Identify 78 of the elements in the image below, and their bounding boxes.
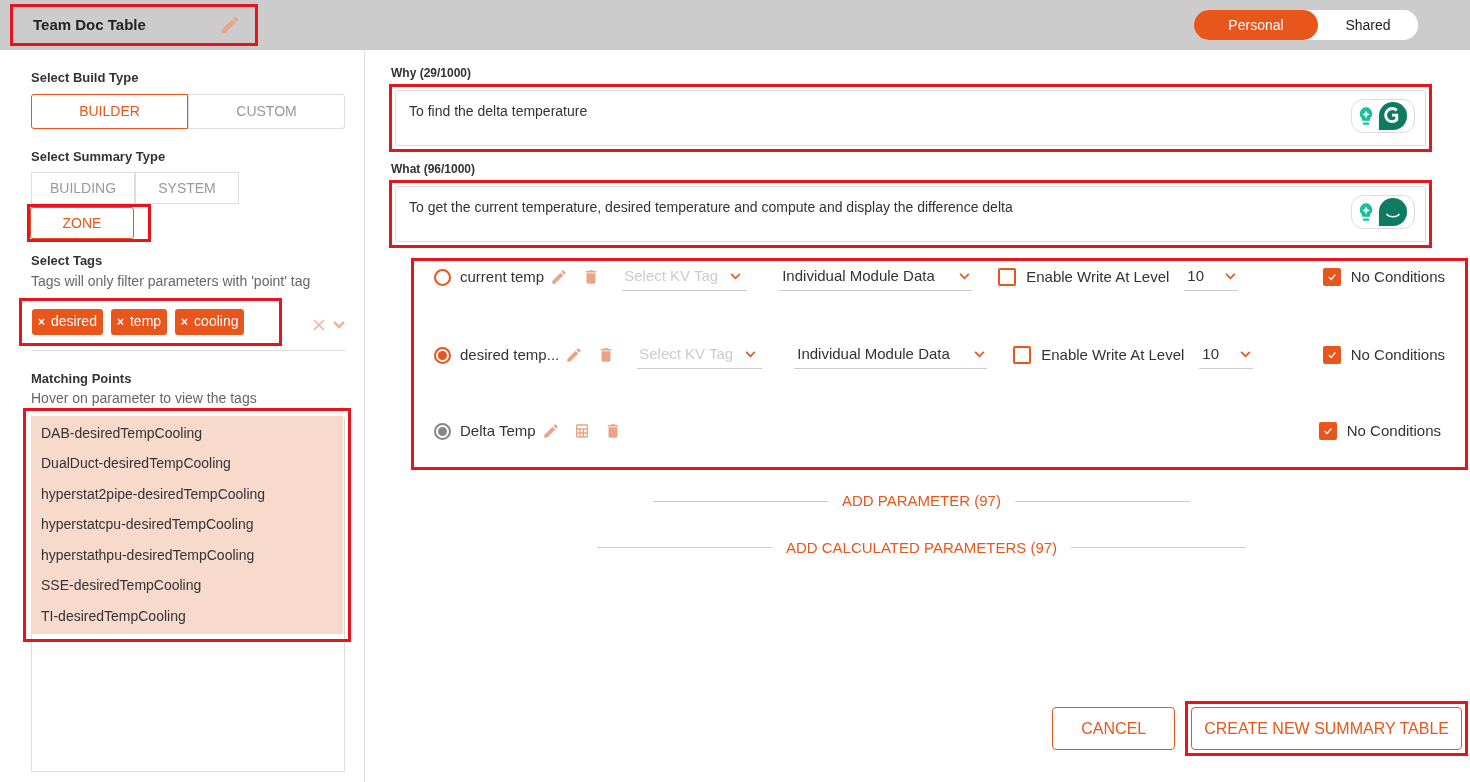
cancel-button[interactable]: CANCEL [1052,707,1176,750]
hint-text: Hover on parameter to view the tags [31,389,258,408]
checkbox[interactable] [1322,268,1341,286]
summary-type-option[interactable]: BUILDING [31,172,135,204]
dropdown-value: Individual Module Data [797,344,950,365]
dropdown-value: 10 [1187,266,1205,287]
radio-button[interactable] [434,346,451,364]
checkbox[interactable] [1013,346,1032,364]
matching-point-item[interactable]: TI-desiredTempCooling [41,601,343,632]
scope-toggle-option[interactable]: Personal [1194,10,1318,40]
matching-point-item[interactable]: DualDuct-desiredTempCooling [41,448,343,479]
chevron-down-icon[interactable] [1240,351,1252,358]
dropdown-value: 10 [1202,344,1220,365]
checkbox[interactable] [1318,422,1337,440]
module-dropdown[interactable]: Individual Module Data [779,263,973,291]
checkmark-icon [1326,272,1337,282]
level-dropdown[interactable]: 10 [1184,263,1239,291]
create-button[interactable]: CREATE NEW SUMMARY TABLE [1191,707,1462,750]
writing-assistant-badge[interactable] [1351,195,1415,229]
checkbox-label: No Conditions [1346,420,1441,441]
checkmark-icon [1326,350,1337,360]
calculator-icon[interactable] [573,423,590,439]
radio-button[interactable] [434,268,451,286]
field-value: To find the delta temperature [409,102,588,121]
matching-point-item[interactable]: hyperstathpu-desiredTempCooling [41,540,343,571]
section-label: Select Build Type [31,69,140,87]
checkbox[interactable] [1322,346,1341,364]
remove-tag-icon[interactable]: × [181,312,189,331]
checkbox-label: Enable Write At Level [1041,344,1185,365]
chevron-down-icon[interactable] [745,351,757,358]
pencil-icon[interactable] [541,422,560,440]
field-label: What (96/1000) [391,161,477,178]
field-value: To get the current temperature, desired temperature and compute and display the difference delta [409,198,1013,217]
parameter-name: desired temp... [460,344,560,365]
text-field[interactable]: To get the current temperature, desired temperature and compute and display the difference delta [395,186,1426,242]
radio-button[interactable] [434,422,451,440]
tag-label: desired [51,312,97,331]
chevron-down-icon[interactable] [1225,273,1237,280]
field-label: Why (29/1000) [391,65,473,82]
chevron-down-icon[interactable] [974,351,986,358]
hint-text: Tags will only filter parameters with 'point' tag [31,271,312,291]
pencil-icon[interactable] [565,346,584,364]
level-dropdown[interactable]: 10 [1199,341,1254,369]
tag-label: cooling [194,312,239,331]
tag-chip[interactable]: × temp [110,308,168,335]
parameter-name: Delta Temp [460,420,536,441]
text-field[interactable]: To find the delta temperature [395,90,1426,146]
checkbox-label: Enable Write At Level [1026,266,1170,287]
module-dropdown[interactable]: Individual Module Data [794,341,988,369]
matching-point-item[interactable]: hyperstatcpu-desiredTempCooling [41,509,343,540]
section-label: Select Summary Type [31,147,167,166]
section-label: Matching Points [31,369,133,388]
tag-chip[interactable]: × desired [32,308,103,335]
tag-label: temp [129,312,162,331]
summary-type-option[interactable]: ZONE [30,207,134,239]
add-link[interactable]: ADD PARAMETER (97) [842,490,1001,513]
writing-assistant-badge[interactable] [1351,99,1415,133]
pencil-icon[interactable] [550,268,569,286]
remove-tag-icon[interactable]: × [38,312,45,331]
build-type-option[interactable]: BUILDER [31,93,188,129]
summary-type-option[interactable]: SYSTEM [135,172,239,204]
parameter-name: current temp [460,266,545,287]
matching-point-item[interactable]: hyperstat2pipe-desiredTempCooling [41,479,343,510]
section-label: Select Tags [31,252,104,270]
matching-point-item[interactable]: DAB-desiredTempCooling [41,418,343,449]
checkmark-icon [1322,426,1333,436]
matching-point-item[interactable]: SSE-desiredTempCooling [41,570,343,601]
tag-chip[interactable]: × cooling [175,308,245,335]
checkbox[interactable] [998,268,1017,286]
add-link[interactable]: ADD CALCULATED PARAMETERS (97) [785,536,1058,559]
chevron-down-icon[interactable] [730,273,742,280]
dropdown-value: Individual Module Data [782,266,935,287]
chevron-down-icon[interactable] [959,273,971,280]
remove-tag-icon[interactable]: × [116,312,124,331]
checkbox-label: No Conditions [1350,344,1445,365]
dialog-title: Team Doc Table [33,14,146,35]
checkbox-label: No Conditions [1350,266,1445,287]
build-type-option[interactable]: CUSTOM [188,93,345,129]
